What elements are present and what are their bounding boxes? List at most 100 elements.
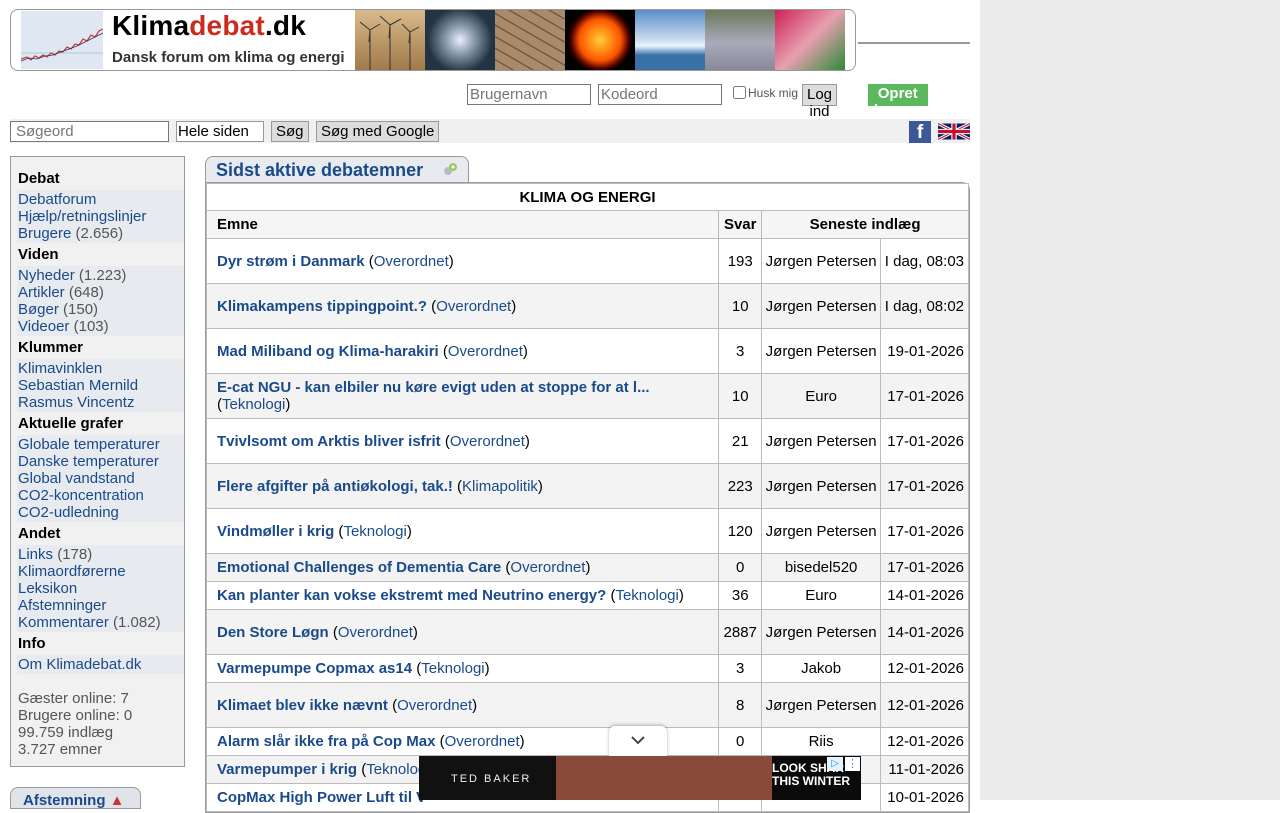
sidebar-item-co2-emission[interactable]: CO2-udledning <box>18 504 119 521</box>
username-input[interactable] <box>467 84 591 105</box>
sidebar-item-mernild[interactable]: Sebastian Mernild <box>18 377 138 394</box>
sidebar-item-leksikon[interactable]: Leksikon <box>18 580 77 597</box>
author-cell[interactable]: Euro <box>761 581 881 610</box>
sidebar-item-videos[interactable]: Videoer (103) <box>18 318 109 335</box>
author-cell[interactable]: Jørgen Petersen <box>761 418 881 464</box>
author-cell[interactable]: Euro <box>761 373 881 419</box>
login-button[interactable]: Log ind <box>802 84 838 120</box>
search-scope-select[interactable]: Hele siden <box>176 121 264 142</box>
author-cell[interactable]: Jørgen Petersen <box>761 682 881 728</box>
topic-row[interactable]: Kan planter kan vokse ekstremt med Neutr… <box>205 581 969 610</box>
sidebar-item-global-temps[interactable]: Globale temperaturer <box>18 436 160 453</box>
topic-category-link[interactable]: Teknologi <box>421 660 484 677</box>
topic-row[interactable]: Klimaet blev ikke nævnt (Overordnet) 8 Jør… <box>205 682 969 728</box>
ad-close-icon[interactable]: ⋮ <box>845 757 860 771</box>
topic-title-link[interactable]: Klimakampens tippingpoint.? <box>217 298 427 315</box>
ad-choices-icon[interactable]: ▷ <box>827 757 843 771</box>
ad-banner[interactable]: TED BAKER LOOK SHAR THIS WINTER ▷ ⋮ <box>419 756 861 800</box>
logo-chart-icon[interactable] <box>20 11 104 69</box>
author-cell[interactable]: Jørgen Petersen <box>761 283 881 329</box>
topic-title-link[interactable]: Flere afgifter på antiøkologi, tak.! <box>217 478 453 495</box>
topic-title-link[interactable]: Klimaet blev ikke nævnt <box>217 697 388 714</box>
sidebar-item-co2-conc[interactable]: CO2-koncentration <box>18 487 144 504</box>
topic-category-link[interactable]: Teknologi <box>615 587 678 604</box>
search-button[interactable]: Søg <box>271 121 309 142</box>
uk-flag-icon[interactable] <box>937 121 971 142</box>
author-cell[interactable]: Jørgen Petersen <box>761 463 881 509</box>
topic-category-link[interactable]: Teknologi <box>343 523 406 540</box>
remember-checkbox[interactable] <box>733 86 746 99</box>
topic-title-link[interactable]: Emotional Challenges of Dementia Care <box>217 559 501 576</box>
author-cell[interactable]: Jørgen Petersen <box>761 508 881 554</box>
password-input[interactable] <box>598 84 722 105</box>
topic-category-link[interactable]: Overordnet <box>510 559 585 576</box>
topic-category-link[interactable]: Overordnet <box>445 733 520 750</box>
author-cell[interactable]: Jørgen Petersen <box>761 328 881 374</box>
sidebar-item-articles[interactable]: Artikler (648) <box>18 284 104 301</box>
topic-category-link[interactable]: Klimapolitik <box>462 478 538 495</box>
sidebar-item-danish-temps[interactable]: Danske temperaturer <box>18 453 159 470</box>
topic-category-link[interactable]: Overordnet <box>338 624 413 641</box>
sidebar-item-debatforum[interactable]: Debatforum <box>18 191 96 208</box>
search-input[interactable] <box>10 121 169 142</box>
topic-row[interactable]: E-cat NGU - kan elbiler nu køre evigt ud… <box>205 373 969 419</box>
topic-row[interactable]: Vindmøller i krig (Teknologi) 120 Jørgen P… <box>205 508 969 554</box>
sidebar-item-comments[interactable]: Kommentarer (1.082) <box>18 614 161 631</box>
author-cell[interactable]: Jørgen Petersen <box>761 238 881 284</box>
sidebar-item-polls[interactable]: Afstemninger <box>18 597 106 614</box>
author-cell[interactable]: Riis <box>761 727 881 756</box>
topic-row[interactable]: Tvivlsomt om Arktis bliver isfrit (Overo… <box>205 418 969 464</box>
topic-title-link[interactable]: CopMax High Power Luft til V <box>217 789 426 806</box>
topic-category-link[interactable]: Overordnet <box>397 697 472 714</box>
topic-row[interactable]: Klimakampens tippingpoint.? (Overordnet)… <box>205 283 969 329</box>
latest-topics-tab[interactable]: Sidst aktive debatemner <box>205 156 469 183</box>
topic-title-link[interactable]: Varmepumper i krig <box>217 761 357 778</box>
topics-table-wrapper: KLIMA OG ENERGI Emne Svar Seneste indlæg… <box>205 182 970 813</box>
sidebar-item-links[interactable]: Links (178) <box>18 546 92 563</box>
poll-tab[interactable]: Afstemning ▲ <box>10 787 141 809</box>
topic-title-link[interactable]: Den Store Løgn <box>217 624 329 641</box>
topic-title-link[interactable]: Tvivlsomt om Arktis bliver isfrit <box>217 433 441 450</box>
sidebar-item-users[interactable]: Brugere (2.656) <box>18 225 123 242</box>
topic-cell: Kan planter kan vokse ekstremt med Neutr… <box>205 581 720 610</box>
sidebar-item-sea-level[interactable]: Global vandstand <box>18 470 135 487</box>
topic-title-link[interactable]: Kan planter kan vokse ekstremt med Neutr… <box>217 587 606 604</box>
sidebar-item-about[interactable]: Om Klimadebat.dk <box>18 656 141 673</box>
topic-category-link[interactable]: Overordnet <box>450 433 525 450</box>
topic-row[interactable]: Den Store Løgn (Overordnet) 2887 Jørgen Pe… <box>205 609 969 655</box>
topic-row[interactable]: Varmepumpe Copmax as14 (Teknologi) 3 Jakob… <box>205 654 969 683</box>
topic-cell: Klimakampens tippingpoint.? (Overordnet) <box>205 283 720 329</box>
sidebar-item-help[interactable]: Hjælp/retningslinjer <box>18 208 146 225</box>
site-title[interactable]: Klimadebat.dk <box>112 10 306 42</box>
sidebar-item-news[interactable]: Nyheder (1.223) <box>18 267 126 284</box>
topic-row[interactable]: Flere afgifter på antiøkologi, tak.! (Kl… <box>205 463 969 509</box>
topic-row[interactable]: Dyr strøm i Danmark (Overordnet) 193 Jørge… <box>205 238 969 284</box>
create-user-button[interactable]: Opret bruger <box>868 84 928 119</box>
topic-title-link[interactable]: Varmepumpe Copmax as14 <box>217 660 412 677</box>
topic-title-link[interactable]: E-cat NGU - kan elbiler nu køre evigt ud… <box>217 379 650 396</box>
author-cell[interactable]: Jørgen Petersen <box>761 609 881 655</box>
topic-category-link[interactable]: Teknologi <box>222 396 285 413</box>
rss-feed-icon[interactable] <box>443 162 458 176</box>
topic-category-link[interactable]: Overordnet <box>374 253 449 270</box>
sidebar-item-books[interactable]: Bøger (150) <box>18 301 98 318</box>
google-search-button[interactable]: Søg med Google <box>316 121 440 142</box>
topic-title-link[interactable]: Mad Miliband og Klima-harakiri <box>217 343 439 360</box>
sidebar-item-vincentz[interactable]: Rasmus Vincentz <box>18 394 134 411</box>
topic-title-link[interactable]: Vindmøller i krig <box>217 523 334 540</box>
topic-row[interactable]: Emotional Challenges of Dementia Care (O… <box>205 553 969 582</box>
author-cell[interactable]: Jakob <box>761 654 881 683</box>
date-cell: I dag, 08:03 <box>880 238 969 284</box>
topic-category-link[interactable]: Overordnet <box>448 343 523 360</box>
remember-me[interactable]: Husk mig <box>733 86 798 100</box>
topic-title-link[interactable]: Alarm slår ikke fra på Cop Max <box>217 733 435 750</box>
topic-category-link[interactable]: Overordnet <box>436 298 511 315</box>
author-cell[interactable]: bisedel520 <box>761 553 881 582</box>
topic-row[interactable]: Mad Miliband og Klima-harakiri (Overordn… <box>205 328 969 374</box>
topic-title-link[interactable]: Dyr strøm i Danmark <box>217 253 365 270</box>
facebook-icon[interactable]: f <box>909 121 931 143</box>
sidebar-item-klimavinklen[interactable]: Klimavinklen <box>18 360 102 377</box>
sidebar-item-klimaordforerne[interactable]: Klimaordførerne <box>18 563 126 580</box>
ad-collapse-button[interactable] <box>609 726 667 756</box>
topic-row[interactable]: Alarm slår ikke fra på Cop Max (Overordn… <box>205 727 969 756</box>
